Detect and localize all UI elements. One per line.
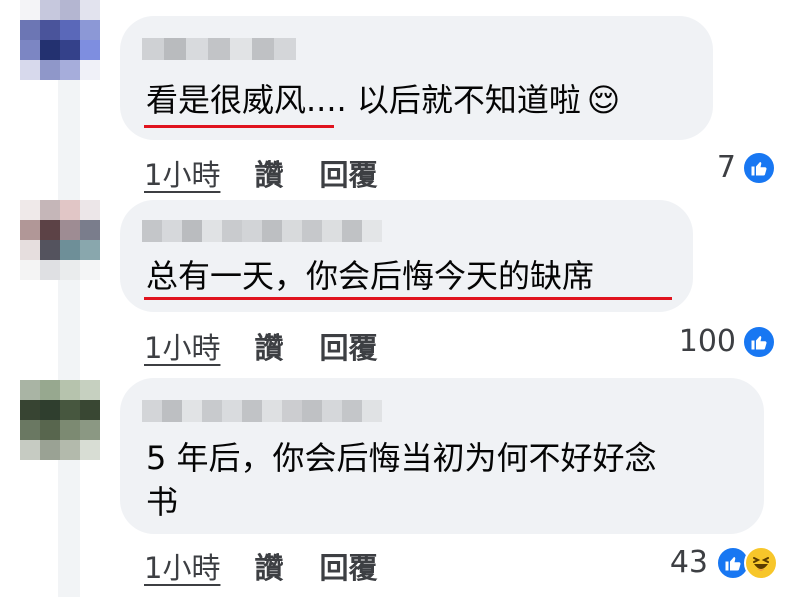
avatar[interactable] — [20, 200, 100, 280]
avatar[interactable] — [20, 0, 100, 80]
reaction-summary[interactable]: 100 — [679, 324, 776, 359]
highlight-underline — [144, 125, 334, 128]
reaction-count: 43 — [669, 545, 708, 580]
like-button[interactable]: 讚 — [254, 545, 283, 587]
commenter-name-blurred[interactable] — [142, 38, 296, 60]
thread-line — [58, 80, 80, 200]
highlight-underline — [144, 297, 672, 300]
comment-bubble: 看是很威风.... 以后就不知道啦 😌 — [120, 16, 713, 140]
thumbs-up-icon — [742, 324, 776, 359]
reaction-count: 100 — [678, 324, 736, 359]
comment-thread: 看是很威风.... 以后就不知道啦 😌 1小時 讚 回覆 7 总有一天，你会后悔… — [0, 0, 800, 597]
comment-bubble: 总有一天，你会后悔今天的缺席 — [120, 200, 693, 312]
reaction-summary[interactable]: 7 — [717, 150, 776, 185]
comment-text-line-2: 书 — [146, 483, 179, 521]
thread-line — [58, 460, 80, 597]
like-button[interactable]: 讚 — [254, 325, 283, 367]
laughing-face-icon — [744, 545, 778, 580]
comment-text: 总有一天，你会后悔今天的缺席 — [146, 257, 595, 295]
comment-text-line-1: 5 年后，你会后悔当初为何不好好念 — [146, 439, 657, 477]
reaction-summary[interactable]: 43 — [670, 545, 778, 580]
reply-button[interactable]: 回覆 — [319, 545, 377, 587]
commenter-name-blurred[interactable] — [142, 220, 382, 242]
comment-actions: 1小時 讚 回覆 — [144, 325, 377, 367]
comment-text: 看是很威风.... 以后就不知道啦 😌 — [146, 81, 621, 119]
thumbs-up-icon — [742, 150, 776, 185]
comment-actions: 1小時 讚 回覆 — [144, 152, 377, 194]
timestamp-link[interactable]: 1小時 — [144, 152, 220, 194]
comment-actions: 1小時 讚 回覆 — [144, 545, 377, 587]
commenter-name-blurred[interactable] — [142, 400, 382, 422]
avatar[interactable] — [20, 380, 100, 460]
reply-button[interactable]: 回覆 — [319, 152, 377, 194]
timestamp-link[interactable]: 1小時 — [144, 325, 220, 367]
reaction-count: 7 — [716, 150, 736, 185]
like-button[interactable]: 讚 — [254, 152, 283, 194]
relieved-face-emoji: 😌 — [586, 81, 621, 119]
timestamp-link[interactable]: 1小時 — [144, 545, 220, 587]
thread-line — [58, 280, 80, 380]
reply-button[interactable]: 回覆 — [319, 325, 377, 367]
comment-bubble: 5 年后，你会后悔当初为何不好好念 书 — [120, 378, 764, 534]
